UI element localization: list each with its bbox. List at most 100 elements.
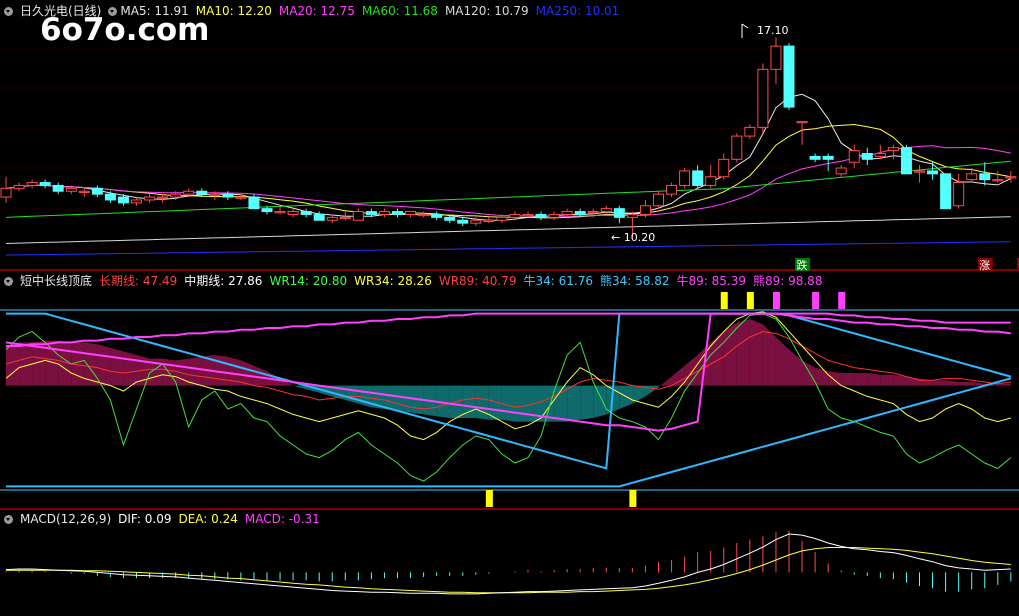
indicator-panel <box>0 292 1019 507</box>
candle-body-39 <box>509 213 521 218</box>
area-segment-57 <box>749 319 763 386</box>
candle-body-48 <box>626 213 638 218</box>
candle-body-49 <box>639 205 651 215</box>
indicator-legend: 长期线: 47.49 中期线: 27.86 WR14: 20.80 WR34: 28.… <box>99 274 829 288</box>
candle-body-45 <box>587 211 599 214</box>
candle-body-1 <box>13 184 25 189</box>
candle-body-42 <box>548 213 560 218</box>
top-marker-2 <box>772 292 780 309</box>
ma-line-2 <box>5 145 1011 217</box>
ma-line-3 <box>5 160 1011 218</box>
candle-body-0 <box>0 187 12 198</box>
ma-label-0: MA5: 11.91 <box>120 4 189 18</box>
line-bear89 <box>6 312 1011 347</box>
candle-body-30 <box>392 211 403 215</box>
area-segment-44 <box>580 385 594 420</box>
area-segment-52 <box>684 355 698 386</box>
top-marker-3 <box>812 292 820 309</box>
candle-body-68 <box>887 147 899 152</box>
candle-body-25 <box>326 216 338 221</box>
candle-body-46 <box>600 208 612 213</box>
candle-body-21 <box>274 211 286 214</box>
indicator-label-7: 牛89: 85.39 <box>676 274 746 288</box>
candle-body-71 <box>927 170 939 175</box>
area-segment-38 <box>501 385 515 422</box>
candle-body-32 <box>418 213 430 217</box>
area-segment-71 <box>932 380 946 386</box>
candle-body-12 <box>157 196 169 199</box>
area-segment-56 <box>736 319 750 386</box>
signal-text-1: 涨 <box>979 259 990 272</box>
candle-body-60 <box>783 45 795 108</box>
panel-menu-icon[interactable] <box>4 7 13 16</box>
macd-label-0: DIF: 0.09 <box>118 512 172 526</box>
area-segment-8 <box>110 347 124 386</box>
low-price-label: ← 10.20 <box>611 231 655 244</box>
area-segment-47 <box>619 385 633 409</box>
candle-body-10 <box>131 199 142 204</box>
main-panel: 17.10← 10.20跌涨预 <box>0 23 1019 272</box>
area-segment-9 <box>123 351 137 386</box>
area-segment-74 <box>971 382 985 386</box>
candle-body-22 <box>287 211 299 215</box>
candle-body-19 <box>248 196 260 210</box>
candle-body-72 <box>940 173 952 210</box>
candle-body-53 <box>692 170 704 186</box>
candle-body-52 <box>679 170 691 186</box>
candle-body-38 <box>496 216 508 221</box>
candle-body-34 <box>444 216 456 221</box>
candle-body-3 <box>39 182 51 186</box>
indicator-menu-icon[interactable] <box>4 277 13 286</box>
area-segment-67 <box>880 374 894 386</box>
area-segment-76 <box>997 383 1011 386</box>
indicator-label-4: WR89: 40.79 <box>438 274 517 288</box>
candle-body-4 <box>52 184 64 192</box>
candle-body-74 <box>966 173 978 181</box>
area-segment-59 <box>775 337 789 386</box>
indicator-title: 短中长线顶底 <box>20 274 93 288</box>
candle-body-24 <box>313 213 325 221</box>
candle-body-16 <box>209 193 221 196</box>
area-segment-43 <box>567 385 581 422</box>
area-segment-16 <box>214 355 228 386</box>
area-segment-54 <box>710 331 724 386</box>
candle-body-70 <box>914 170 925 173</box>
candle-body-8 <box>104 193 116 201</box>
area-segment-51 <box>671 365 685 386</box>
ma-label-4: MA120: 10.79 <box>444 4 529 18</box>
candle-body-51 <box>666 184 678 195</box>
main-panel-header: 日久光电(日线) MA5: 11.91 MA10: 12.20 MA20: 12.75… <box>4 3 633 19</box>
area-segment-0 <box>6 342 20 386</box>
candle-body-77 <box>1005 176 1017 179</box>
macd-panel-header: MACD(12,26,9) DIF: 0.09 DEA: 0.24 MACD: -0.… <box>4 511 334 527</box>
area-segment-1 <box>19 342 33 386</box>
candle-body-18 <box>235 196 247 199</box>
area-segment-19 <box>253 365 267 386</box>
candle-body-5 <box>65 187 77 192</box>
high-pointer <box>741 23 749 38</box>
candle-body-41 <box>535 213 547 218</box>
macd-legend: DIF: 0.09 DEA: 0.24 MACD: -0.31 <box>118 512 327 526</box>
area-segment-72 <box>945 380 959 386</box>
candle-body-44 <box>574 211 586 215</box>
area-segment-36 <box>475 385 489 420</box>
dea-line <box>6 547 1011 594</box>
stock-title: 日久光电(日线) <box>20 4 102 18</box>
candle-body-73 <box>953 182 965 207</box>
dif-line <box>5 533 1011 595</box>
high-price-label: 17.10 <box>757 24 789 37</box>
ma-label-5: MA250: 10.01 <box>535 4 620 18</box>
ma-menu-icon[interactable] <box>108 7 118 16</box>
candle-body-65 <box>848 150 860 163</box>
candle-body-66 <box>861 153 873 160</box>
area-segment-22 <box>293 385 307 390</box>
area-segment-64 <box>841 373 855 386</box>
area-segment-65 <box>854 373 868 386</box>
area-segment-26 <box>345 385 359 404</box>
macd-label-1: DEA: 0.24 <box>178 512 238 526</box>
macd-menu-icon[interactable] <box>4 515 13 524</box>
candle-body-43 <box>561 211 573 215</box>
candle-body-54 <box>705 176 717 186</box>
candle-body-35 <box>457 219 469 224</box>
candle-body-13 <box>170 193 182 198</box>
